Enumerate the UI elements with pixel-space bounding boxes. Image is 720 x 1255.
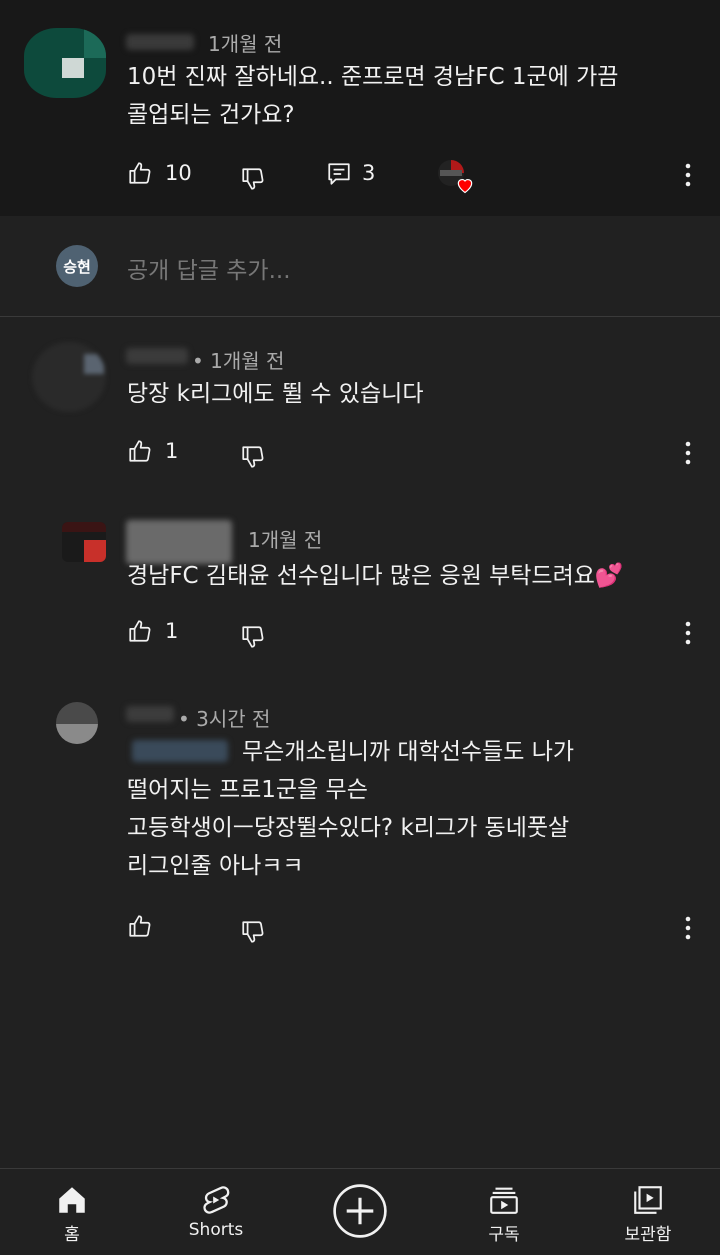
subscriptions-icon [490,1187,518,1214]
dislike-button[interactable] [240,166,266,192]
two-hearts-emoji: 💕 [594,563,624,589]
like-button[interactable] [127,913,153,939]
reply-count[interactable]: 3 [362,161,375,185]
library-icon [634,1186,662,1214]
nav-create[interactable] [305,1169,415,1255]
comment-text-line: 경남FC 김태윤 선수입니다 많은 응원 부탁드려요💕 [127,557,697,595]
commenter-name-blurred[interactable] [126,34,194,50]
comment-text: 무슨개소립니까 대학선수들도 나가 떨어지는 프로1군을 무슨 고등학생이ㅡ당장… [127,733,697,885]
nav-library-label: 보관함 [624,1225,672,1245]
commenter-avatar[interactable] [62,522,106,562]
dislike-button[interactable] [240,624,266,650]
like-icon [129,620,151,642]
like-icon [129,440,151,462]
comment-text: 당장 k리그에도 뛸 수 있습니다 [127,375,697,413]
more-icon[interactable] [684,440,692,466]
comment-time: • 1개월 전 [192,349,285,373]
like-icon [129,915,151,937]
dislike-icon [242,446,264,468]
like-count: 1 [165,619,179,643]
like-icon [129,162,151,184]
dislike-button[interactable] [240,919,266,945]
like-count: 1 [165,439,179,463]
comment-time: • 3시간 전 [178,707,271,731]
comment-text-line: 콜업되는 건가요? [127,102,295,128]
reply-button[interactable] [326,161,352,187]
nav-subscriptions-label: 구독 [488,1225,520,1245]
nav-subscriptions[interactable]: 구독 [449,1169,559,1255]
comment-text-line: 당장 k리그에도 뛸 수 있습니다 [127,381,424,407]
nav-shorts-label: Shorts [188,1220,244,1240]
commenter-avatar[interactable] [56,702,98,744]
commenter-avatar[interactable] [32,342,106,412]
commenter-name-blurred[interactable] [126,348,188,364]
user-avatar: 승현 [56,245,98,287]
comment-time: 1개월 전 [208,32,283,56]
shorts-icon [203,1186,230,1214]
more-icon[interactable] [684,620,692,646]
like-button[interactable] [127,160,153,186]
home-icon [59,1187,85,1213]
dislike-icon [242,626,264,648]
commenter-name-blurred[interactable] [126,706,174,722]
create-icon [333,1184,387,1238]
dislike-icon [242,921,264,943]
more-icon[interactable] [684,915,692,941]
nav-shorts[interactable]: Shorts [161,1169,271,1255]
reply-icon [328,163,350,185]
nav-library[interactable]: 보관함 [593,1169,703,1255]
comment-text-span: 경남FC 김태윤 선수입니다 많은 응원 부탁드려요 [127,563,595,589]
comment-text-line: 10번 진짜 잘하네요.. 준프로면 경남FC 1군에 가끔 [127,64,619,90]
comment-text-line: 고등학생이ㅡ당장뛸수있다? k리그가 동네풋살 [127,815,570,841]
heart-icon [457,179,473,194]
add-reply-row [0,216,720,317]
like-button[interactable] [127,438,153,464]
like-count: 10 [165,161,192,185]
comment-text-line: 리그인줄 아나ㅋㅋ [127,853,304,879]
commenter-avatar[interactable] [24,28,106,98]
comment-text: 10번 진짜 잘하네요.. 준프로면 경남FC 1군에 가끔 콜업되는 건가요? [127,58,697,134]
comment-text-line: 무슨개소립니까 대학선수들도 나가 [242,739,575,765]
comment-time: 1개월 전 [248,528,323,552]
nav-home[interactable]: 홈 [17,1169,127,1255]
comment-text-line: 떨어지는 프로1군을 무슨 [127,777,368,803]
dislike-icon [242,168,264,190]
bottom-navigation: 홈 Shorts 구독 보관함 [0,1168,720,1255]
more-icon[interactable] [684,162,692,188]
comment-text: 경남FC 김태윤 선수입니다 많은 응원 부탁드려요💕 [127,557,697,595]
reply-input[interactable]: 공개 답글 추가... [127,251,291,285]
nav-home-label: 홈 [64,1225,80,1245]
dislike-button[interactable] [240,444,266,470]
like-button[interactable] [127,618,153,644]
